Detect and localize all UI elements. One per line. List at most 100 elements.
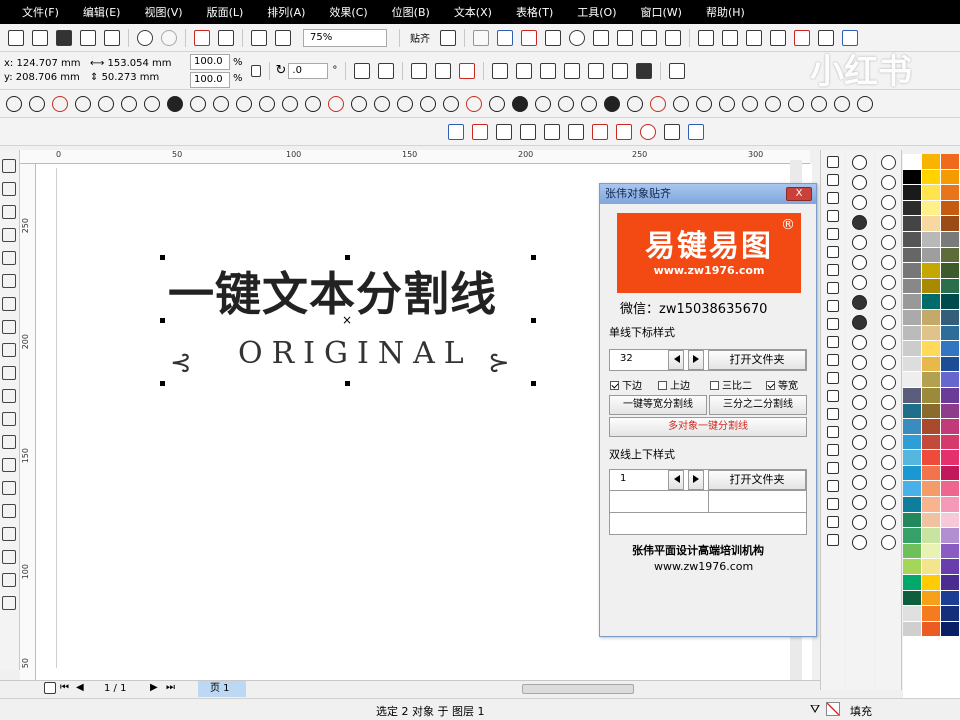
outline-tool-icon[interactable] <box>2 573 16 587</box>
plugin-round-icon[interactable] <box>28 95 45 112</box>
palette-swatch[interactable] <box>903 200 922 217</box>
docker-round-icon[interactable] <box>852 275 867 290</box>
palette-swatch[interactable] <box>941 450 960 466</box>
plugin-i-icon[interactable] <box>698 29 714 46</box>
snap-to-dropdown[interactable]: 贴齐 <box>410 30 430 45</box>
x-position-field[interactable]: x: 124.707 mm <box>4 57 90 71</box>
plugin-blue-icon[interactable] <box>688 123 704 140</box>
plugin-round-icon[interactable] <box>396 95 413 112</box>
palette-swatch[interactable] <box>903 372 922 388</box>
checkbox-third[interactable]: 三比二 <box>710 377 752 392</box>
polygon-tool-icon[interactable] <box>2 412 16 426</box>
zoom-tool-icon[interactable] <box>2 274 16 288</box>
palette-swatch[interactable] <box>941 200 960 217</box>
plugin-grid-icon[interactable] <box>448 123 464 140</box>
docker-round-icon[interactable] <box>852 515 867 530</box>
save-icon[interactable] <box>56 29 72 46</box>
palette-swatch[interactable] <box>941 543 960 560</box>
save-all-icon[interactable] <box>80 29 96 46</box>
palette-swatch[interactable] <box>903 247 922 264</box>
plugin-e-icon[interactable] <box>593 29 609 46</box>
width-field[interactable]: ⟷ 153.054 mm <box>90 57 182 71</box>
docker-icon[interactable] <box>827 210 839 222</box>
docker-icon[interactable] <box>827 246 839 258</box>
ungroup-all-icon[interactable] <box>459 62 476 79</box>
palette-swatch[interactable] <box>941 247 960 264</box>
plugin-round-icon[interactable] <box>281 95 298 112</box>
docker-round-icon[interactable] <box>881 495 896 510</box>
palette-swatch[interactable] <box>941 231 960 248</box>
undo-icon[interactable] <box>137 29 153 46</box>
docker-round-icon[interactable] <box>881 235 896 250</box>
plugin-h-icon[interactable] <box>665 29 681 46</box>
plugin-c-icon[interactable] <box>545 29 561 46</box>
palette-swatch[interactable] <box>941 372 960 388</box>
palette-swatch[interactable] <box>903 278 922 295</box>
palette-swatch[interactable] <box>922 325 941 342</box>
palette-swatch[interactable] <box>922 263 941 279</box>
selection-handle[interactable] <box>345 381 350 386</box>
docker-icon[interactable] <box>827 498 839 510</box>
menu-edit[interactable]: 编辑(E) <box>71 4 133 20</box>
plugin-triangle-icon[interactable] <box>496 123 512 140</box>
palette-swatch[interactable] <box>941 512 960 529</box>
palette-swatch[interactable] <box>941 356 960 373</box>
single-line-value[interactable]: 32 <box>620 353 633 364</box>
double-decrement-button[interactable] <box>668 470 684 490</box>
plugin-red-b-icon[interactable] <box>616 123 632 140</box>
mirror-horizontal-icon[interactable] <box>354 62 371 79</box>
palette-swatch[interactable] <box>941 403 960 420</box>
docker-round-icon[interactable] <box>852 195 867 210</box>
palette-swatch[interactable] <box>922 247 941 264</box>
palette-swatch[interactable] <box>922 356 941 373</box>
plugin-round-icon[interactable] <box>695 95 712 112</box>
increment-button[interactable] <box>688 350 704 370</box>
docker-round-icon[interactable] <box>881 195 896 210</box>
menu-effects[interactable]: 效果(C) <box>317 4 379 20</box>
selection-handle[interactable] <box>531 381 536 386</box>
connector-tool-icon[interactable] <box>2 527 16 541</box>
palette-swatch[interactable] <box>941 263 960 279</box>
plugin-round-icon[interactable] <box>120 95 137 112</box>
pan-tool-icon[interactable] <box>2 297 16 311</box>
docker-round-icon[interactable] <box>881 275 896 290</box>
fill-tool-icon[interactable] <box>2 596 16 610</box>
plugin-title-bar[interactable]: 张伟对象贴齐 X <box>600 184 816 204</box>
plugin-round-icon[interactable] <box>626 95 643 112</box>
palette-swatch[interactable] <box>903 590 922 607</box>
palette-swatch[interactable] <box>922 606 941 622</box>
palette-swatch[interactable] <box>941 154 960 170</box>
eyedropper-tool-icon[interactable] <box>2 550 16 564</box>
docker-icon[interactable] <box>827 300 839 312</box>
docker-round-icon[interactable] <box>852 155 867 170</box>
palette-swatch[interactable] <box>903 559 922 576</box>
plugin-round-icon[interactable] <box>373 95 390 112</box>
plugin-close-button[interactable]: X <box>786 187 812 201</box>
checkbox-up[interactable]: 上边 <box>658 377 690 392</box>
palette-swatch[interactable] <box>903 387 922 404</box>
docker-icon[interactable] <box>827 156 839 168</box>
plugin-round-icon[interactable] <box>442 95 459 112</box>
plugin-lines-icon[interactable] <box>568 123 584 140</box>
palette-swatch[interactable] <box>941 575 960 591</box>
plugin-red-a-icon[interactable] <box>592 123 608 140</box>
palette-swatch[interactable] <box>903 356 922 373</box>
palette-swatch[interactable] <box>903 309 922 326</box>
palette-swatch[interactable] <box>903 543 922 560</box>
docker-icon[interactable] <box>827 426 839 438</box>
plugin-k-icon[interactable] <box>746 29 762 46</box>
palette-swatch[interactable] <box>922 403 941 420</box>
ungroup-icon[interactable] <box>435 62 452 79</box>
plugin-pin-icon[interactable] <box>640 123 656 140</box>
plugin-round-icon[interactable] <box>810 95 827 112</box>
palette-swatch[interactable] <box>903 419 922 435</box>
welcome-screen-icon[interactable] <box>473 29 489 46</box>
palette-swatch[interactable] <box>922 372 941 388</box>
palette-swatch[interactable] <box>903 294 922 310</box>
palette-swatch[interactable] <box>941 481 960 498</box>
front-minus-back-icon[interactable] <box>588 62 605 79</box>
menu-layout[interactable]: 版面(L) <box>195 4 256 20</box>
docker-round-icon[interactable] <box>852 475 867 490</box>
two-thirds-divider-button[interactable]: 三分之二分割线 <box>709 395 807 415</box>
docker-round-icon[interactable] <box>881 255 896 270</box>
